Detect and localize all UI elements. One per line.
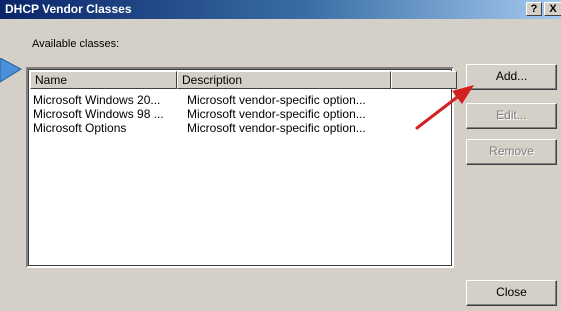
- list-item-name: Microsoft Windows 20...: [33, 93, 161, 107]
- title-bar: DHCP Vendor Classes ? X: [0, 0, 561, 19]
- column-header-name[interactable]: Name: [30, 71, 177, 89]
- edit-button[interactable]: Edit...: [466, 103, 557, 129]
- window-title: DHCP Vendor Classes: [5, 2, 132, 16]
- available-classes-label: Available classes:: [32, 38, 120, 50]
- list-item-name: Microsoft Windows 98 ...: [33, 107, 164, 121]
- list-header: Name Description: [30, 71, 457, 89]
- remove-button[interactable]: Remove: [466, 139, 557, 165]
- column-header-description[interactable]: Description: [177, 71, 391, 89]
- pointer-arrow-icon: [0, 58, 23, 83]
- annotation-arrow-icon: [415, 85, 474, 130]
- list-item-name: Microsoft Options: [33, 121, 127, 135]
- add-button[interactable]: Add...: [466, 64, 557, 90]
- classes-list[interactable]: Name Description Microsoft Windows 20...…: [26, 67, 457, 268]
- help-button[interactable]: ?: [526, 2, 542, 16]
- close-button[interactable]: Close: [466, 280, 557, 306]
- list-item-description: Microsoft vendor-specific option...: [187, 93, 366, 107]
- list-item-description: Microsoft vendor-specific option...: [187, 107, 366, 121]
- list-item-description: Microsoft vendor-specific option...: [187, 121, 366, 135]
- close-window-button[interactable]: X: [544, 2, 561, 16]
